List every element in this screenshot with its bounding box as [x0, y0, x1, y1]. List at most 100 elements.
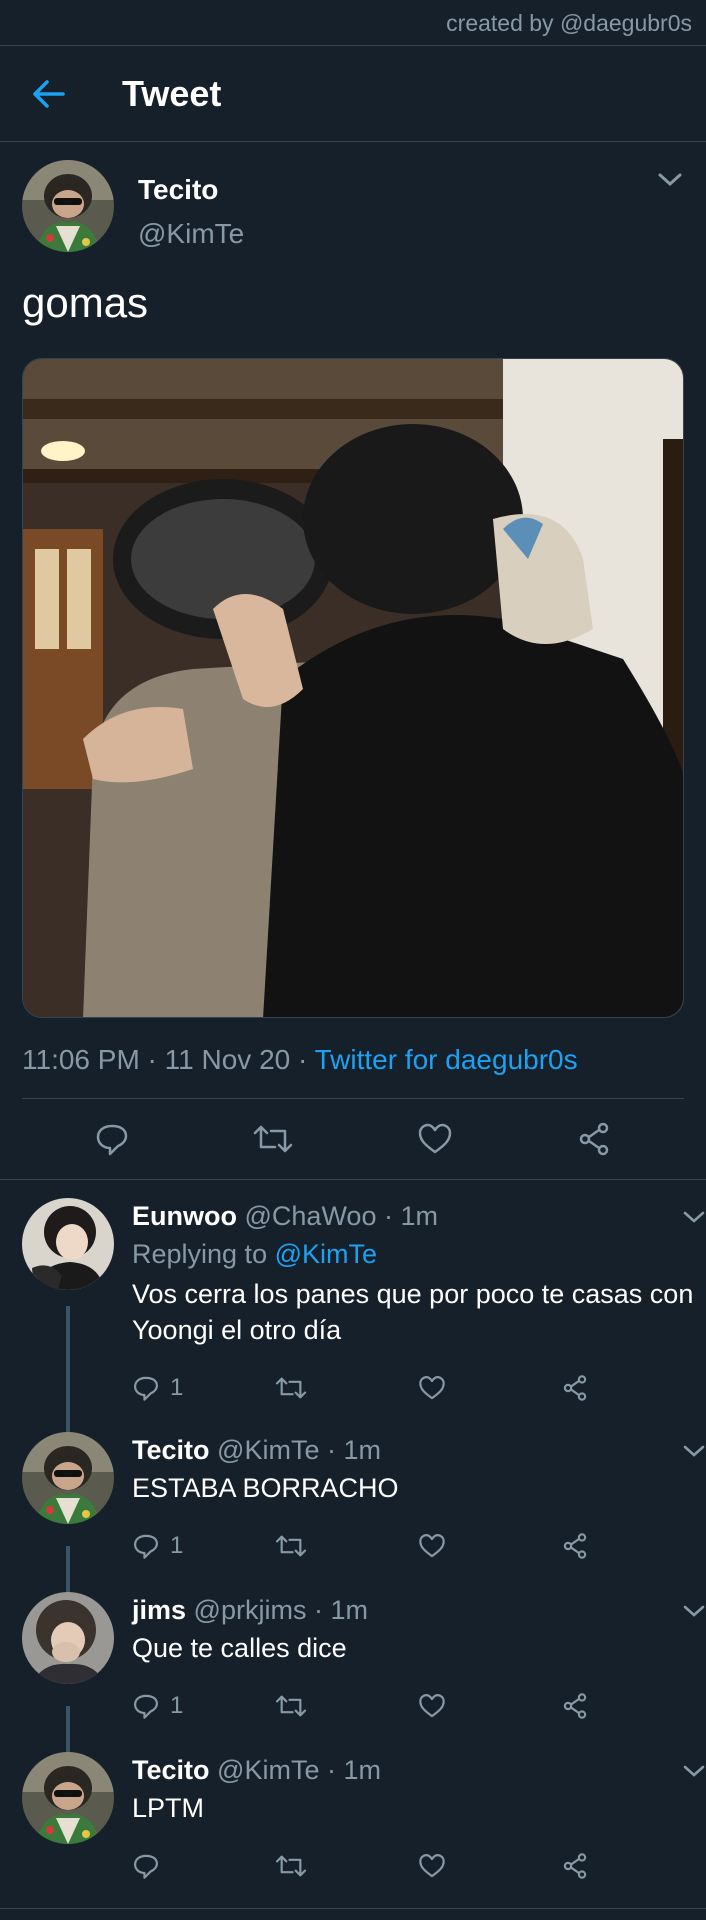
- like-action[interactable]: [418, 1852, 561, 1880]
- reply-action[interactable]: 1: [132, 1692, 275, 1720]
- like-action[interactable]: [418, 1692, 561, 1720]
- reply-body: Tecito @KimTe · 1m LPTM: [132, 1752, 706, 1894]
- replying-to-mention[interactable]: @KimTe: [275, 1239, 377, 1269]
- top-bar: Tweet: [0, 46, 706, 142]
- chevron-down-icon[interactable]: [682, 1442, 706, 1460]
- reply-author-handle[interactable]: @KimTe: [217, 1755, 319, 1785]
- share-icon[interactable]: [576, 1121, 612, 1157]
- avatar[interactable]: [22, 1592, 114, 1684]
- tweet-meta: 11:06 PM · 11 Nov 20 · Twitter for daegu…: [22, 1044, 684, 1099]
- like-heart-icon[interactable]: [417, 1121, 453, 1157]
- back-button[interactable]: [24, 70, 72, 118]
- reply-action[interactable]: 1: [132, 1374, 275, 1402]
- reply-author-name[interactable]: jims: [132, 1595, 186, 1625]
- retweet-icon[interactable]: [275, 1692, 307, 1720]
- retweet-icon[interactable]: [275, 1374, 307, 1402]
- reply-tweet[interactable]: Tecito @KimTe · 1m LPTM: [0, 1734, 706, 1894]
- reply-action[interactable]: [132, 1852, 275, 1880]
- retweet-icon[interactable]: [275, 1852, 307, 1880]
- share-icon[interactable]: [561, 1532, 589, 1560]
- avatar[interactable]: [22, 1752, 114, 1844]
- chevron-down-icon[interactable]: [682, 1762, 706, 1780]
- retweet-action[interactable]: [275, 1532, 418, 1560]
- like-heart-icon[interactable]: [418, 1532, 446, 1560]
- tweet-photo[interactable]: [22, 358, 684, 1018]
- retweet-action[interactable]: [275, 1692, 418, 1720]
- reply-body: jims @prkjims · 1m Que te calles dice 1: [132, 1592, 706, 1734]
- reply-action-bar: [132, 1846, 704, 1886]
- page-title: Tweet: [122, 72, 222, 114]
- reply-time: · 1m: [313, 1595, 368, 1625]
- reply-tweet[interactable]: Tecito @KimTe · 1m ESTABA BORRACHO 1: [0, 1414, 706, 1574]
- author-name[interactable]: Tecito: [138, 174, 244, 206]
- share-icon[interactable]: [561, 1692, 589, 1720]
- like-heart-icon[interactable]: [418, 1374, 446, 1402]
- share-icon[interactable]: [561, 1852, 589, 1880]
- reply-count: 1: [170, 1692, 184, 1719]
- share-icon[interactable]: [561, 1374, 589, 1402]
- retweet-icon[interactable]: [253, 1121, 293, 1157]
- like-action[interactable]: [418, 1532, 561, 1560]
- share-action[interactable]: [561, 1374, 704, 1402]
- reply-author-handle[interactable]: @KimTe: [217, 1435, 319, 1465]
- reply-icon[interactable]: [132, 1692, 160, 1720]
- retweet-action[interactable]: [275, 1852, 418, 1880]
- replying-to-label: Replying to: [132, 1239, 275, 1269]
- back-arrow-icon: [33, 79, 65, 108]
- avatar[interactable]: [22, 1198, 114, 1290]
- author-names: Tecito @KimTe: [138, 160, 244, 250]
- chevron-down-icon[interactable]: [682, 1208, 706, 1226]
- reply-text: Que te calles dice: [132, 1633, 347, 1663]
- reply-text: Vos cerra los panes que por poco te casa…: [132, 1279, 694, 1345]
- reply-body: Eunwoo @ChaWoo · 1m Replying to @KimTe V…: [132, 1198, 706, 1414]
- reply-icon[interactable]: [132, 1532, 160, 1560]
- tweet-text: gomas: [22, 279, 149, 326]
- reply-text: ESTABA BORRACHO: [132, 1473, 399, 1503]
- reply-action[interactable]: 1: [132, 1532, 275, 1560]
- avatar[interactable]: [22, 160, 114, 252]
- like-heart-icon[interactable]: [418, 1692, 446, 1720]
- share-action[interactable]: [561, 1852, 704, 1880]
- chevron-down-icon[interactable]: [656, 170, 684, 190]
- reply-header: Tecito @KimTe · 1m: [132, 1432, 704, 1468]
- reply-icon[interactable]: [132, 1852, 160, 1880]
- reply-time: · 1m: [383, 1201, 438, 1231]
- share-action[interactable]: [561, 1692, 704, 1720]
- author-handle[interactable]: @KimTe: [138, 218, 244, 250]
- reply-author-name[interactable]: Eunwoo: [132, 1201, 237, 1231]
- reply-header: Eunwoo @ChaWoo · 1m: [132, 1198, 704, 1234]
- reply-tweet[interactable]: jims @prkjims · 1m Que te calles dice 1: [0, 1574, 706, 1734]
- reply-action-bar: 1: [132, 1686, 704, 1726]
- like-heart-icon[interactable]: [418, 1852, 446, 1880]
- reply-count: 1: [170, 1532, 184, 1559]
- tweet-author-row: Tecito @KimTe: [22, 142, 684, 252]
- reply-count: 1: [170, 1374, 184, 1401]
- reply-author-name[interactable]: Tecito: [132, 1755, 210, 1785]
- tweet-timestamp: 11:06 PM · 11 Nov 20 ·: [22, 1044, 315, 1075]
- chevron-down-icon[interactable]: [682, 1602, 706, 1620]
- retweet-icon[interactable]: [275, 1532, 307, 1560]
- tweet-action-bar: [22, 1099, 684, 1179]
- reply-icon[interactable]: [132, 1374, 160, 1402]
- avatar[interactable]: [22, 1432, 114, 1524]
- reply-icon[interactable]: [94, 1121, 130, 1157]
- reply-header: jims @prkjims · 1m: [132, 1592, 704, 1628]
- reply-time: · 1m: [326, 1435, 381, 1465]
- main-tweet: Tecito @KimTe gomas 11:06 PM · 11 Nov 20…: [0, 142, 706, 1179]
- reply-body: Tecito @KimTe · 1m ESTABA BORRACHO 1: [132, 1432, 706, 1574]
- retweet-action[interactable]: [275, 1374, 418, 1402]
- reply-tweet[interactable]: Eunwoo @ChaWoo · 1m Replying to @KimTe V…: [0, 1180, 706, 1414]
- share-action[interactable]: [561, 1532, 704, 1560]
- reply-action-bar: 1: [132, 1526, 704, 1566]
- reply-text: LPTM: [132, 1793, 205, 1823]
- reply-author-handle[interactable]: @ChaWoo: [245, 1201, 377, 1231]
- replying-to-line: Replying to @KimTe: [132, 1234, 704, 1274]
- watermark-credit: created by @daegubr0s: [0, 0, 706, 46]
- like-action[interactable]: [418, 1374, 561, 1402]
- reply-action-bar: 1: [132, 1368, 704, 1408]
- reply-author-handle[interactable]: @prkjims: [194, 1595, 307, 1625]
- divider: [0, 1908, 706, 1909]
- reply-time: · 1m: [326, 1755, 381, 1785]
- reply-author-name[interactable]: Tecito: [132, 1435, 210, 1465]
- tweet-source-link[interactable]: Twitter for daegubr0s: [315, 1044, 578, 1075]
